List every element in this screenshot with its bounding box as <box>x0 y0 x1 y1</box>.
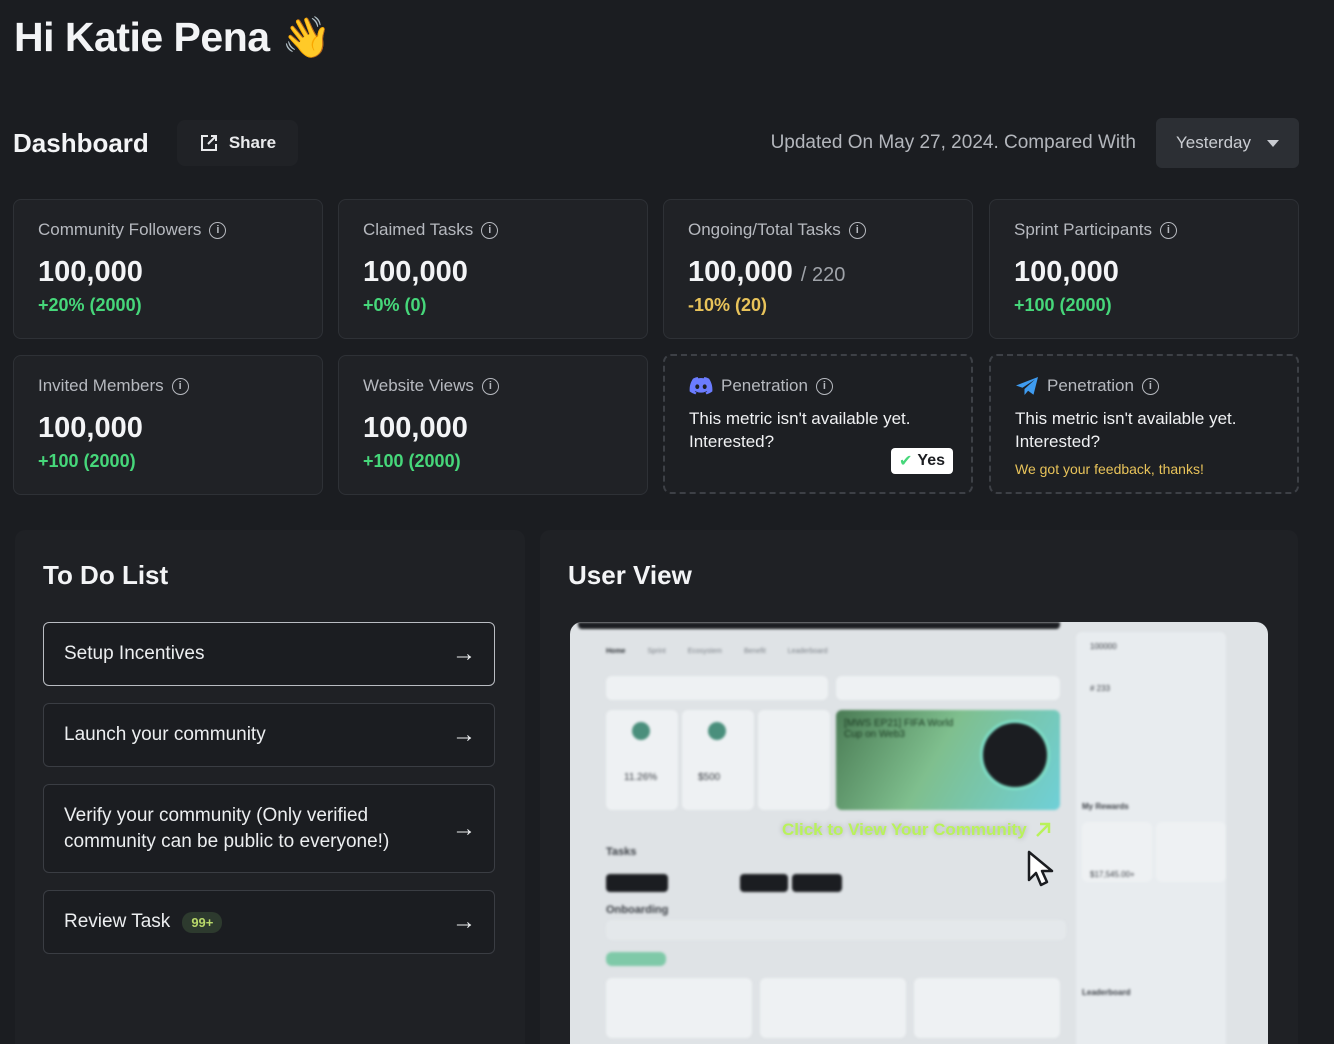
dashboard-header: Dashboard Share Updated On May 27, 2024.… <box>13 118 1299 168</box>
page-title: Dashboard <box>13 127 149 158</box>
user-view-title: User View <box>568 560 692 590</box>
arrow-right-icon: → <box>452 640 476 667</box>
yes-label: Yes <box>917 452 945 469</box>
metric-label: Ongoing/Total Tasks <box>688 220 841 239</box>
info-icon[interactable]: i <box>481 221 499 239</box>
todo-panel: To Do List Setup Incentives → Launch you… <box>15 530 525 1044</box>
check-icon: ✔ <box>899 453 913 470</box>
penetration-label: Penetration <box>721 376 808 395</box>
todo-label: Verify your community (Only verified com… <box>64 804 390 852</box>
feedback-text: We got your feedback, thanks! <box>1015 461 1204 477</box>
view-community-link[interactable]: Click to View Your Community <box>782 820 1053 840</box>
metric-value-total: / 220 <box>800 264 846 286</box>
metric-label: Invited Members <box>38 376 164 395</box>
info-icon[interactable]: i <box>171 377 189 395</box>
share-button[interactable]: Share <box>176 120 299 166</box>
count-badge: 99+ <box>182 911 223 933</box>
metric-card-website-views: Website Views i 100,000 +100 (2000) <box>338 355 648 495</box>
waving-hand-icon: 👋 <box>281 16 332 60</box>
metric-value: 100,000 <box>38 256 143 288</box>
todo-item-verify-community[interactable]: Verify your community (Only verified com… <box>43 784 495 873</box>
metric-card-community-followers: Community Followers i 100,000 +20% (2000) <box>13 199 323 339</box>
external-link-icon <box>200 135 217 151</box>
metric-delta: +100 (2000) <box>1014 295 1112 315</box>
penetration-message: This metric isn't available yet. Interes… <box>1015 409 1237 451</box>
mouse-pointer-icon <box>1027 850 1054 887</box>
greeting-text: Hi Katie Pena <box>14 14 270 60</box>
penetration-message: This metric isn't available yet. Interes… <box>689 409 911 451</box>
metric-delta: +20% (2000) <box>38 295 142 315</box>
metric-card-ongoing-total-tasks: Ongoing/Total Tasks i 100,000 / 220 -10% … <box>663 199 973 339</box>
arrow-right-icon: → <box>452 721 476 748</box>
metric-label: Website Views <box>363 376 474 395</box>
metric-value: 100,000 <box>363 256 468 288</box>
metric-label: Sprint Participants <box>1014 220 1152 239</box>
period-value: Yesterday <box>1176 133 1251 152</box>
share-label: Share <box>228 133 277 152</box>
todo-label: Setup Incentives <box>64 643 205 664</box>
info-icon[interactable]: i <box>1159 221 1177 239</box>
todo-label: Launch your community <box>64 724 266 745</box>
metric-delta: +0% (0) <box>363 295 427 315</box>
metric-card-claimed-tasks: Claimed Tasks i 100,000 +0% (0) <box>338 199 648 339</box>
telegram-icon <box>1016 377 1038 395</box>
discord-icon <box>689 377 713 395</box>
user-view-panel: User View Home Sprint Ecosystem Benefit … <box>540 530 1298 1044</box>
metric-value: 100,000 <box>38 412 143 444</box>
metric-value: 100,000 <box>1014 256 1119 288</box>
metric-card-invited-members: Invited Members i 100,000 +100 (2000) <box>13 355 323 495</box>
todo-item-launch-community[interactable]: Launch your community → <box>43 703 495 767</box>
metric-delta: +100 (2000) <box>38 451 136 471</box>
todo-title: To Do List <box>43 560 169 590</box>
interested-yes-button[interactable]: ✔ Yes <box>891 448 953 474</box>
info-icon[interactable]: i <box>209 221 227 239</box>
metric-card-sprint-participants: Sprint Participants i 100,000 +100 (2000) <box>989 199 1299 339</box>
penetration-card-discord: Penetration i This metric isn't availabl… <box>663 354 973 494</box>
metric-value-number: 100,000 <box>688 256 793 288</box>
metric-value: 100,000 / 220 <box>688 256 948 289</box>
metric-delta: -10% (20) <box>688 295 768 315</box>
info-icon[interactable]: i <box>848 221 866 239</box>
updated-text: Updated On May 27, 2024. Compared With <box>770 132 1136 153</box>
info-icon[interactable]: i <box>1141 377 1159 395</box>
arrow-right-icon: → <box>452 814 476 842</box>
penetration-label: Penetration <box>1047 376 1134 395</box>
metric-label: Community Followers <box>38 220 202 239</box>
greeting: Hi Katie Pena 👋 <box>14 14 331 61</box>
period-select[interactable]: Yesterday <box>1156 118 1299 168</box>
arrow-right-icon: → <box>452 908 476 935</box>
view-community-label: Click to View Your Community <box>782 820 1027 839</box>
preview-tabs: Home Sprint Ecosystem Benefit Leaderboar… <box>606 648 828 655</box>
penetration-card-telegram: Penetration i This metric isn't availabl… <box>989 354 1299 494</box>
info-icon[interactable]: i <box>815 377 833 395</box>
arrow-up-right-icon <box>1035 822 1050 837</box>
todo-item-setup-incentives[interactable]: Setup Incentives → <box>43 622 495 686</box>
info-icon[interactable]: i <box>481 377 499 395</box>
metric-label: Claimed Tasks <box>363 220 474 239</box>
metric-value: 100,000 <box>363 412 468 444</box>
todo-label: Review Task <box>64 911 171 932</box>
community-preview[interactable]: Home Sprint Ecosystem Benefit Leaderboar… <box>570 622 1268 1044</box>
todo-item-review-task[interactable]: Review Task 99+ → <box>43 890 495 954</box>
caret-down-icon <box>1267 139 1279 147</box>
metric-delta: +100 (2000) <box>363 451 461 471</box>
